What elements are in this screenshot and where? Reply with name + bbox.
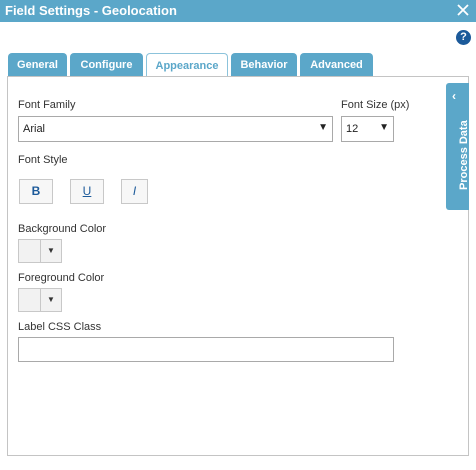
chevron-left-icon: ‹ xyxy=(452,89,456,103)
process-data-label: Process Data xyxy=(458,120,470,190)
tab-advanced[interactable]: Advanced xyxy=(300,53,373,77)
font-family-value: Arial xyxy=(23,123,46,135)
tab-appearance[interactable]: Appearance xyxy=(146,53,228,78)
foreground-color-picker[interactable]: ▼ xyxy=(18,288,62,312)
dropdown-arrow-icon: ▼ xyxy=(47,246,55,255)
color-swatch xyxy=(19,240,41,262)
background-color-label: Background Color xyxy=(18,223,107,235)
dropdown-arrow-icon: ▼ xyxy=(47,295,55,304)
background-color-picker[interactable]: ▼ xyxy=(18,239,62,263)
process-data-tab[interactable]: ‹ Process Data xyxy=(446,83,470,210)
underline-button[interactable]: U xyxy=(70,179,104,204)
foreground-color-label: Foreground Color xyxy=(18,272,105,284)
dialog-title: Field Settings - Geolocation xyxy=(5,3,177,18)
tab-behavior[interactable]: Behavior xyxy=(231,53,297,77)
font-family-label: Font Family xyxy=(18,99,76,111)
font-family-select[interactable]: Arial ▼ xyxy=(18,116,333,142)
dropdown-arrow-icon: ▼ xyxy=(379,122,389,133)
dialog-titlebar: Field Settings - Geolocation xyxy=(0,0,476,22)
label-css-class-input[interactable] xyxy=(18,337,394,362)
font-size-value: 12 xyxy=(346,123,359,135)
dropdown-arrow-icon: ▼ xyxy=(318,122,328,133)
bold-button[interactable]: B xyxy=(19,179,53,204)
font-size-select[interactable]: 12 ▼ xyxy=(341,116,394,142)
italic-button[interactable]: I xyxy=(121,179,148,204)
tab-configure[interactable]: Configure xyxy=(70,53,143,77)
color-swatch xyxy=(19,289,41,311)
tab-general[interactable]: General xyxy=(8,53,67,77)
font-style-label: Font Style xyxy=(18,154,68,166)
help-icon[interactable]: ? xyxy=(456,30,471,45)
label-css-class-label: Label CSS Class xyxy=(18,321,102,333)
close-icon[interactable] xyxy=(456,3,470,17)
font-size-label: Font Size (px) xyxy=(341,99,410,111)
